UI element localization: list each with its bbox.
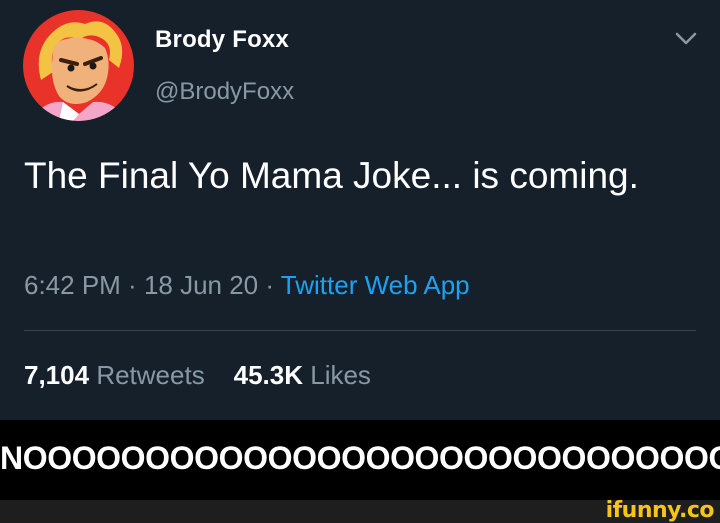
avatar[interactable] bbox=[23, 10, 134, 121]
tweet-metadata: 6:42 PM · 18 Jun 20 · Twitter Web App bbox=[24, 270, 470, 301]
chevron-down-icon[interactable] bbox=[674, 30, 698, 48]
likes-count: 45.3K bbox=[233, 360, 303, 390]
tweet-card: Brody Foxx @BrodyFoxx The Final Yo Mama … bbox=[0, 0, 720, 420]
tweet-date[interactable]: 18 Jun 20 bbox=[144, 270, 258, 300]
source-link[interactable]: Twitter Web App bbox=[281, 270, 470, 300]
separator: · bbox=[258, 270, 281, 300]
separator: · bbox=[120, 270, 144, 300]
tweet-stats: 7,104 Retweets 45.3K Likes bbox=[24, 360, 371, 391]
likes-stat[interactable]: 45.3K Likes bbox=[234, 360, 371, 390]
divider bbox=[24, 330, 696, 331]
watermark-logo: ifunny.co bbox=[605, 498, 715, 523]
tweet-time[interactable]: 6:42 PM bbox=[24, 270, 121, 300]
cartoon-avatar-icon bbox=[23, 10, 134, 121]
display-name[interactable]: Brody Foxx bbox=[155, 26, 289, 54]
caption-text: NOOOOOOOOOOOOOOOOOOOOOOOOOOOOO! bbox=[0, 440, 720, 476]
retweets-label: Retweets bbox=[96, 360, 205, 390]
user-handle[interactable]: @BrodyFoxx bbox=[155, 78, 294, 106]
retweets-count: 7,104 bbox=[24, 360, 90, 390]
retweets-stat[interactable]: 7,104 Retweets bbox=[24, 360, 205, 390]
likes-label: Likes bbox=[310, 360, 371, 390]
tweet-text: The Final Yo Mama Joke... is coming. bbox=[24, 155, 639, 196]
